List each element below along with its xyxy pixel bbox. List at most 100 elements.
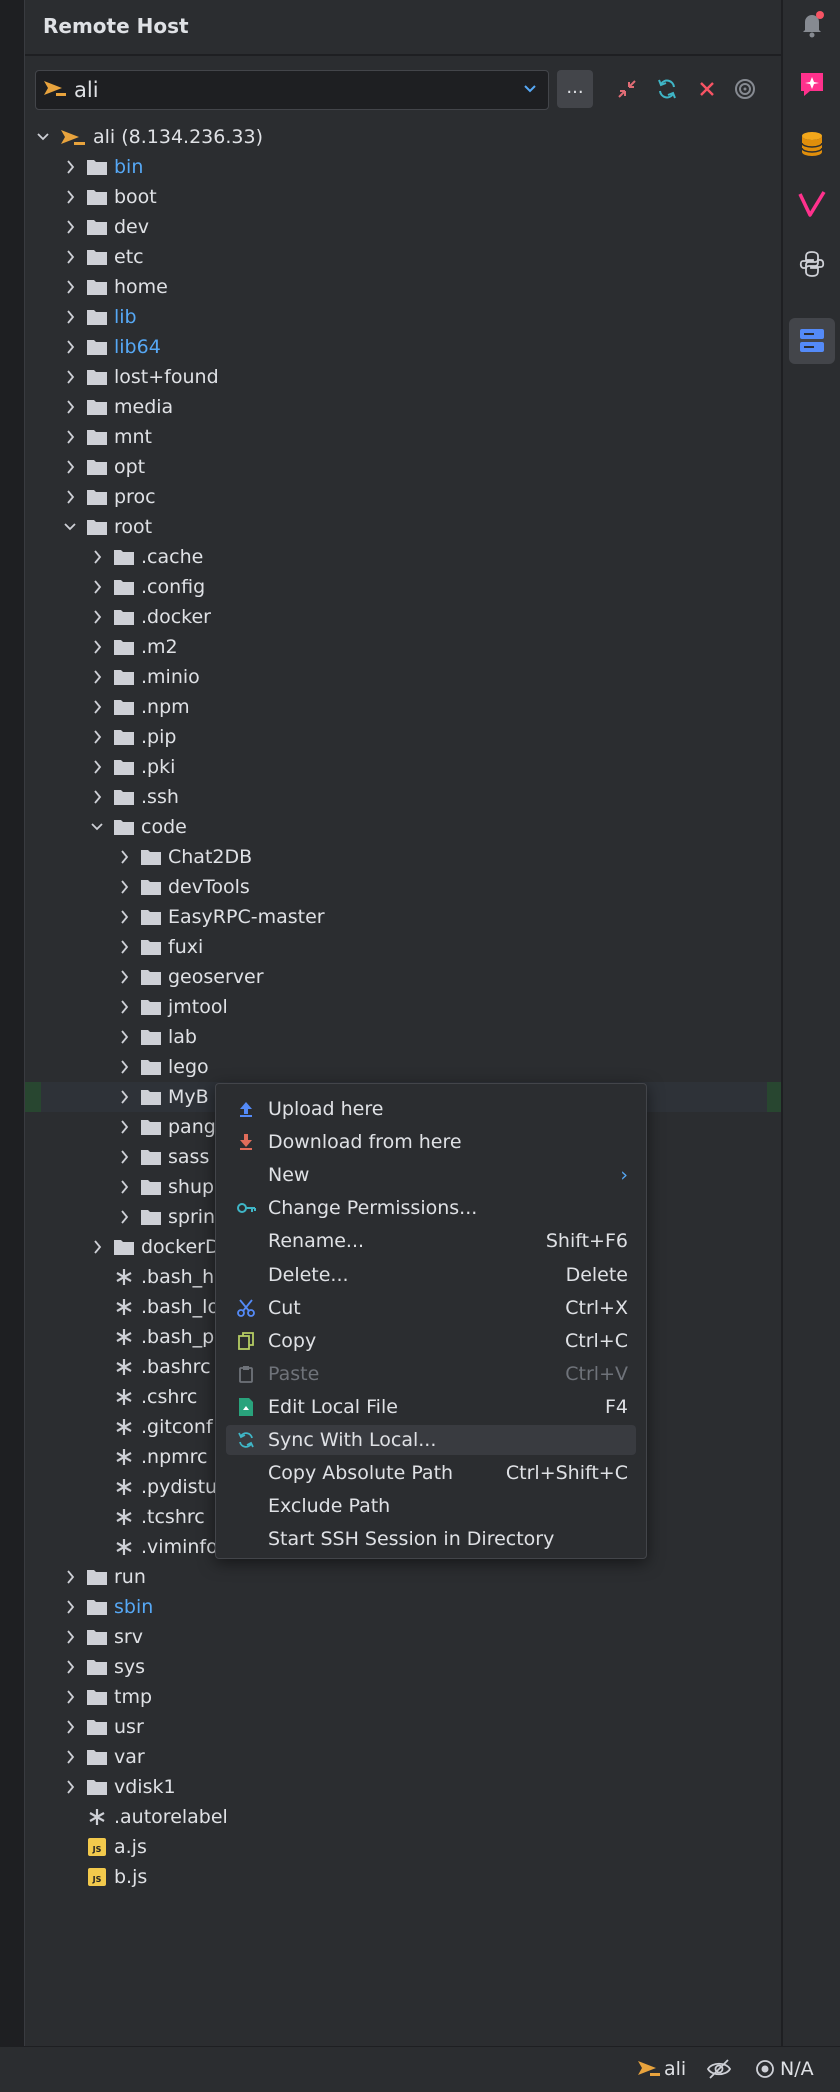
tree-item[interactable]: code	[25, 812, 781, 842]
expand-toggle[interactable]	[60, 517, 80, 537]
python-icon[interactable]	[796, 248, 828, 280]
tree-item[interactable]: .ssh	[25, 782, 781, 812]
notifications-icon[interactable]	[796, 8, 828, 40]
tree-item[interactable]: lab	[25, 1022, 781, 1052]
expand-toggle[interactable]	[60, 1747, 80, 1767]
expand-toggle[interactable]	[60, 1777, 80, 1797]
tree-item[interactable]: boot	[25, 182, 781, 212]
status-visibility-toggle[interactable]	[706, 2058, 732, 2080]
tree-item[interactable]: .npm	[25, 692, 781, 722]
expand-toggle[interactable]	[60, 1627, 80, 1647]
expand-toggle[interactable]	[87, 547, 107, 567]
more-button[interactable]: ...	[557, 70, 593, 108]
tree-item[interactable]: .config	[25, 572, 781, 602]
expand-toggle[interactable]	[60, 1657, 80, 1677]
menu-item-copy-absolute-path[interactable]: Copy Absolute Path Ctrl+Shift+C	[226, 1458, 636, 1488]
tree-item[interactable]: vdisk1	[25, 1772, 781, 1802]
expand-toggle[interactable]	[114, 1057, 134, 1077]
expand-toggle[interactable]	[60, 487, 80, 507]
status-availability[interactable]: N/A	[754, 2058, 814, 2080]
menu-item-cut[interactable]: Cut Ctrl+X	[226, 1293, 636, 1323]
tree-item[interactable]: JS a.js	[25, 1832, 781, 1862]
remote-host-tab[interactable]	[789, 318, 835, 364]
expand-toggle[interactable]	[60, 247, 80, 267]
status-host[interactable]: ali	[636, 2058, 686, 2080]
menu-item-change-permissions[interactable]: Change Permissions...	[226, 1193, 636, 1223]
expand-toggle[interactable]	[114, 1117, 134, 1137]
expand-toggle[interactable]	[114, 1147, 134, 1167]
menu-item-delete[interactable]: Delete... Delete	[226, 1260, 636, 1290]
expand-toggle[interactable]	[87, 607, 107, 627]
tree-item[interactable]: dev	[25, 212, 781, 242]
expand-toggle[interactable]	[114, 907, 134, 927]
tree-item[interactable]: srv	[25, 1622, 781, 1652]
expand-toggle[interactable]	[60, 427, 80, 447]
refresh-icon[interactable]	[655, 77, 679, 101]
expand-toggle[interactable]	[87, 667, 107, 687]
tree-item[interactable]: jmtool	[25, 992, 781, 1022]
tree-item[interactable]: mnt	[25, 422, 781, 452]
tree-item[interactable]: Chat2DB	[25, 842, 781, 872]
menu-item-upload-here[interactable]: Upload here	[226, 1094, 636, 1124]
tree-item[interactable]: sys	[25, 1652, 781, 1682]
expand-toggle[interactable]	[87, 727, 107, 747]
expand-toggle[interactable]	[114, 1027, 134, 1047]
tree-item[interactable]: ali (8.134.236.33)	[25, 122, 781, 152]
tree-item[interactable]: root	[25, 512, 781, 542]
tree-item[interactable]: run	[25, 1562, 781, 1592]
close-icon[interactable]	[695, 77, 719, 101]
menu-item-sync-with-local[interactable]: Sync With Local...	[226, 1425, 636, 1455]
expand-toggle[interactable]	[33, 127, 53, 147]
expand-toggle[interactable]	[60, 277, 80, 297]
expand-toggle[interactable]	[60, 157, 80, 177]
tree-item[interactable]: EasyRPC-master	[25, 902, 781, 932]
expand-toggle[interactable]	[60, 307, 80, 327]
expand-toggle[interactable]	[60, 457, 80, 477]
expand-toggle[interactable]	[87, 637, 107, 657]
expand-toggle[interactable]	[60, 1687, 80, 1707]
target-icon[interactable]	[733, 77, 757, 101]
expand-toggle[interactable]	[60, 1597, 80, 1617]
expand-toggle[interactable]	[60, 337, 80, 357]
expand-toggle[interactable]	[114, 937, 134, 957]
expand-toggle[interactable]	[60, 1567, 80, 1587]
expand-toggle[interactable]	[114, 847, 134, 867]
menu-item-start-ssh-session-in-directory[interactable]: Start SSH Session in Directory	[226, 1524, 636, 1554]
tree-item[interactable]: proc	[25, 482, 781, 512]
tree-item[interactable]: lib64	[25, 332, 781, 362]
tree-item[interactable]: home	[25, 272, 781, 302]
menu-item-download-from-here[interactable]: Download from here	[226, 1127, 636, 1157]
menu-item-edit-local-file[interactable]: Edit Local File F4	[226, 1392, 636, 1422]
tree-item[interactable]: sbin	[25, 1592, 781, 1622]
expand-toggle[interactable]	[87, 817, 107, 837]
expand-toggle[interactable]	[60, 217, 80, 237]
expand-toggle[interactable]	[87, 577, 107, 597]
expand-toggle[interactable]	[87, 697, 107, 717]
ai-assistant-icon[interactable]	[796, 68, 828, 100]
expand-toggle[interactable]	[60, 397, 80, 417]
tree-item[interactable]: media	[25, 392, 781, 422]
database-icon[interactable]	[796, 128, 828, 160]
collapse-icon[interactable]	[615, 77, 639, 101]
expand-toggle[interactable]	[87, 757, 107, 777]
expand-toggle[interactable]	[60, 367, 80, 387]
host-selector[interactable]: ali	[35, 70, 549, 110]
expand-toggle[interactable]	[60, 1717, 80, 1737]
tree-item[interactable]: usr	[25, 1712, 781, 1742]
tree-item[interactable]: tmp	[25, 1682, 781, 1712]
tree-item[interactable]: .docker	[25, 602, 781, 632]
tree-item[interactable]: bin	[25, 152, 781, 182]
tree-item[interactable]: .minio	[25, 662, 781, 692]
expand-toggle[interactable]	[114, 967, 134, 987]
tree-item[interactable]: var	[25, 1742, 781, 1772]
tree-item[interactable]: .pki	[25, 752, 781, 782]
expand-toggle[interactable]	[114, 1177, 134, 1197]
tree-item[interactable]: .pip	[25, 722, 781, 752]
tree-item[interactable]: lego	[25, 1052, 781, 1082]
expand-toggle[interactable]	[114, 877, 134, 897]
tree-item[interactable]: .cache	[25, 542, 781, 572]
menu-item-rename[interactable]: Rename... Shift+F6	[226, 1226, 636, 1256]
menu-item-new[interactable]: New ›	[226, 1160, 636, 1190]
expand-toggle[interactable]	[114, 1207, 134, 1227]
expand-toggle[interactable]	[60, 187, 80, 207]
